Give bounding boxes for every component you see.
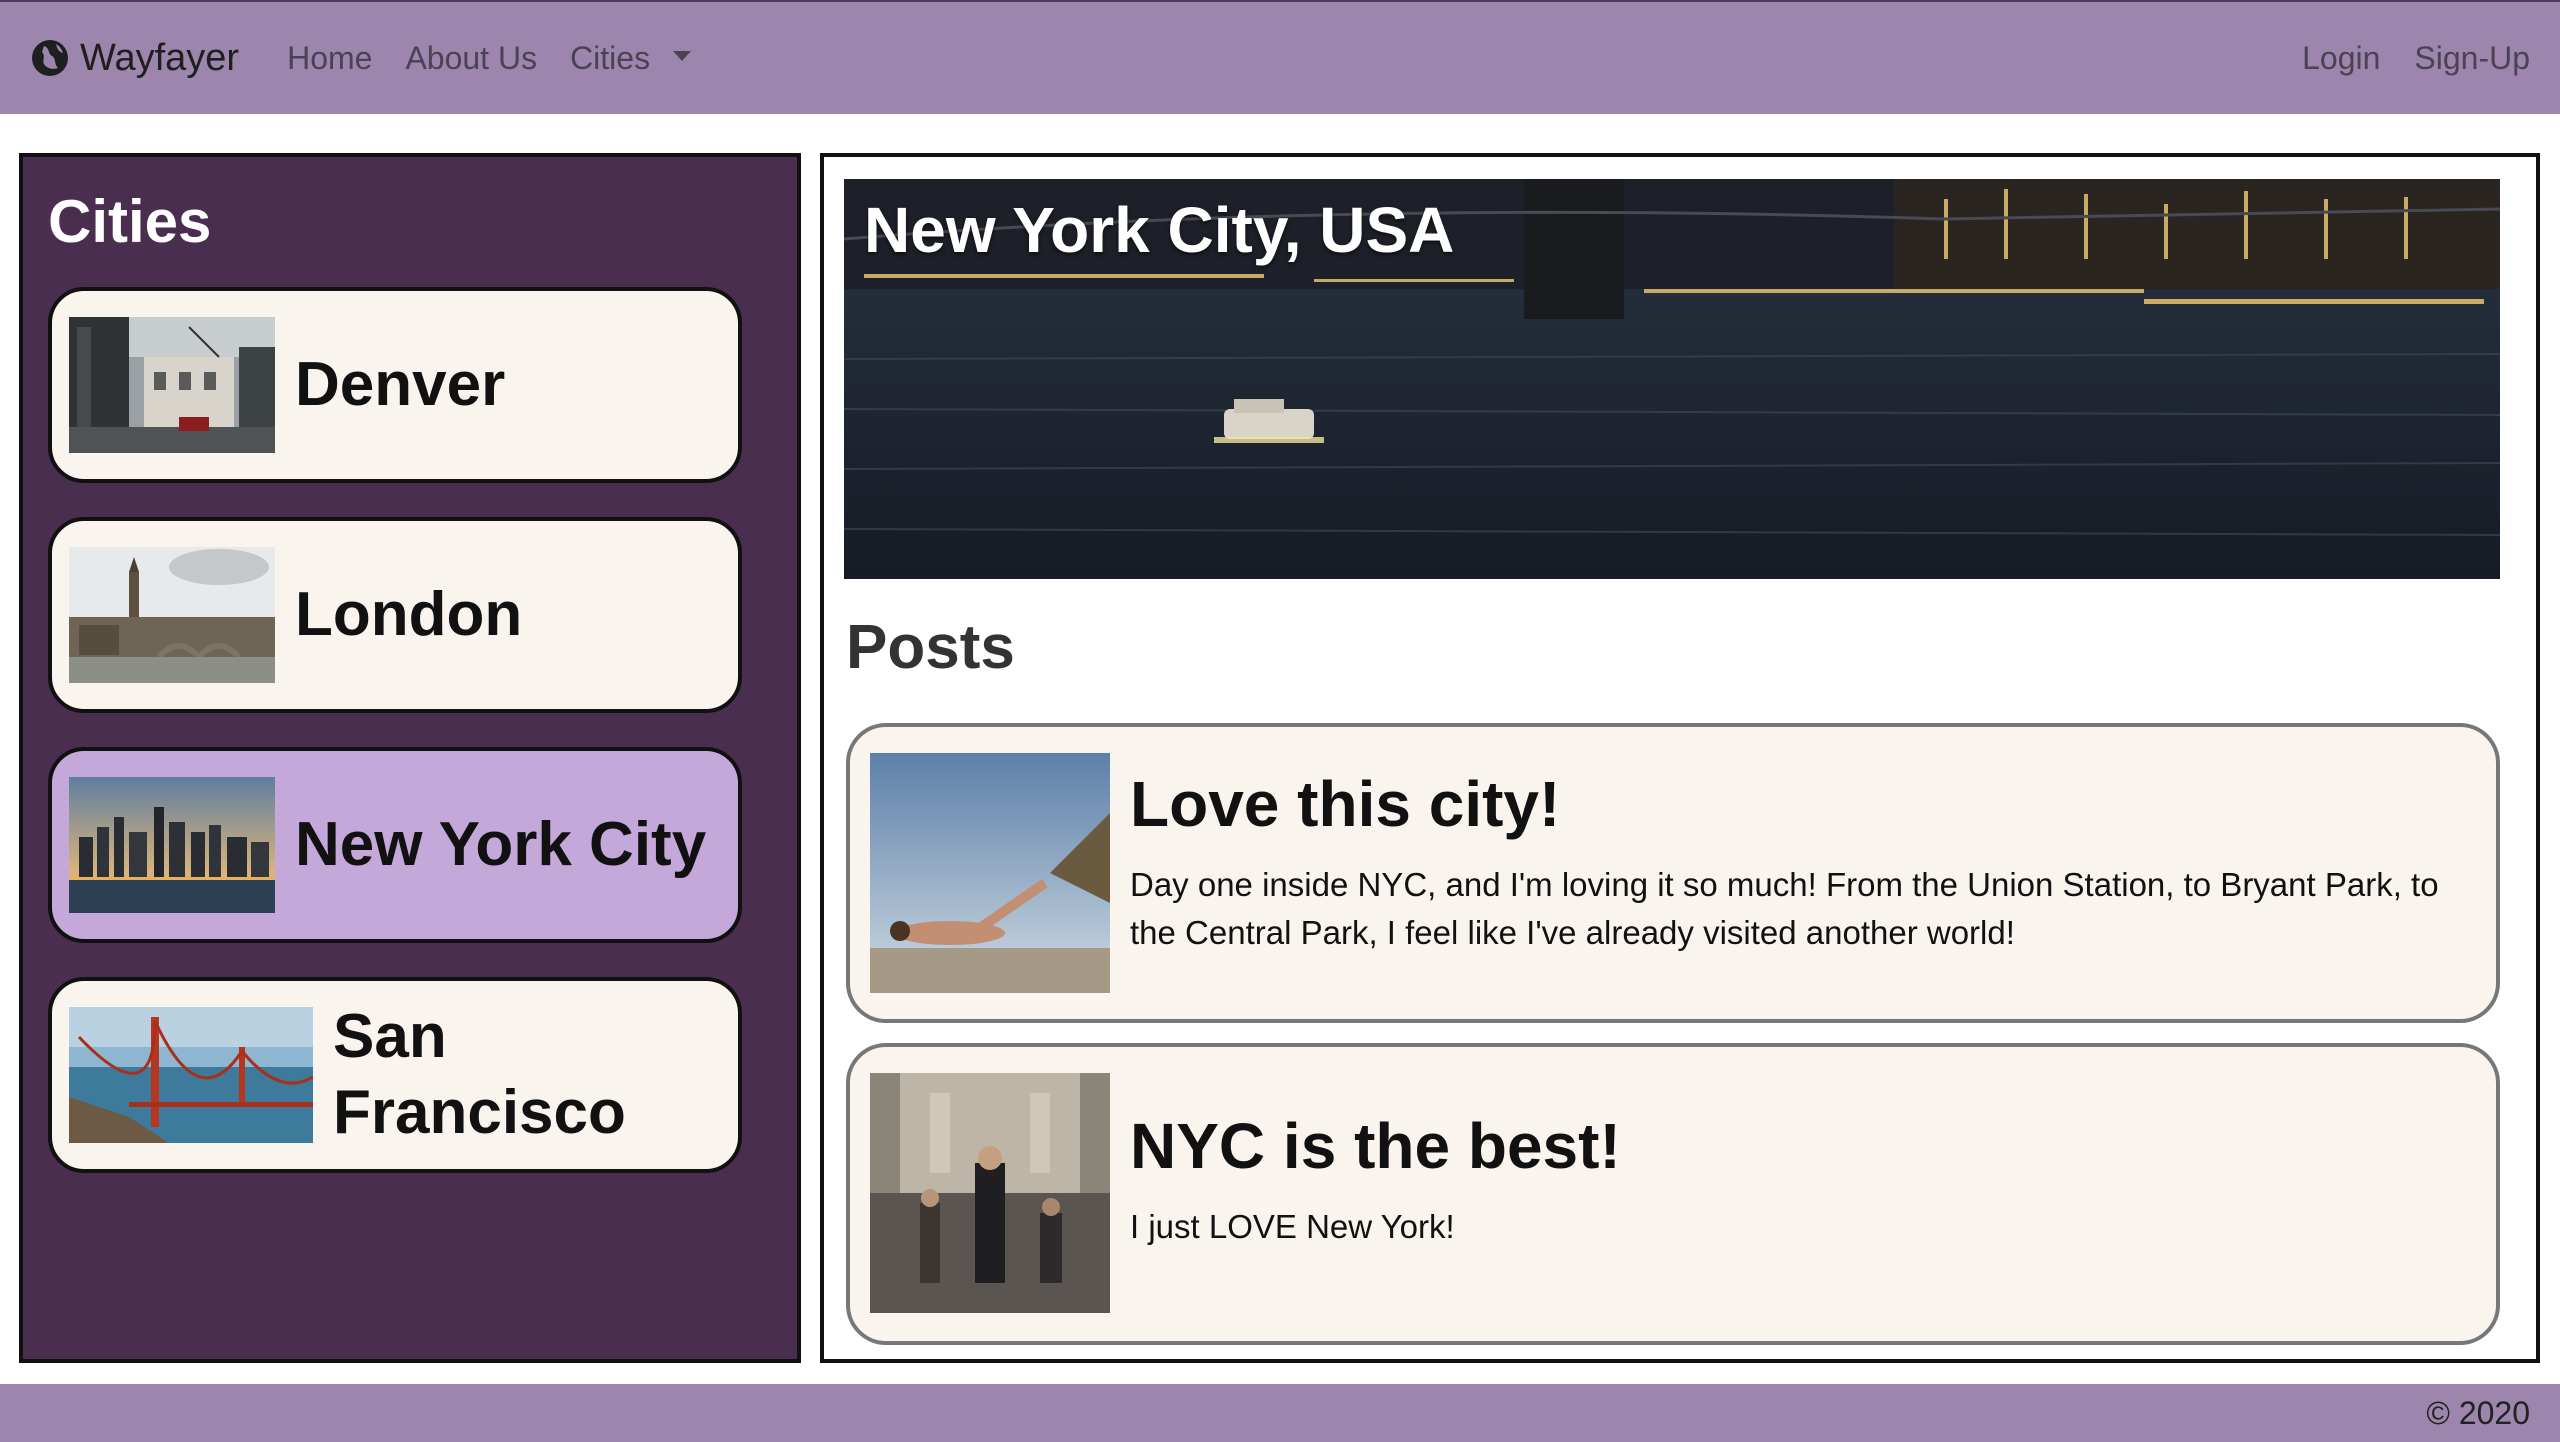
globe-icon <box>32 40 68 76</box>
nav-login[interactable]: Login <box>2302 40 2380 77</box>
post-card-2[interactable]: NYC is the best! I just LOVE New York! <box>846 1043 2500 1345</box>
nav-signup[interactable]: Sign-Up <box>2414 40 2530 77</box>
nav-cities-dropdown[interactable]: Cities <box>570 40 691 77</box>
city-detail-panel: New York City, USA Posts Love this city! <box>820 153 2540 1363</box>
new-york-city-thumbnail <box>69 777 275 913</box>
city-card-denver[interactable]: Denver <box>48 287 742 483</box>
nav-about-us[interactable]: About Us <box>405 40 537 77</box>
city-name-new-york-city: New York City <box>295 810 707 879</box>
city-name-london: London <box>295 580 523 649</box>
post-2-title: NYC is the best! <box>1130 1110 1621 1182</box>
posts-heading: Posts <box>846 613 1015 682</box>
brand-link[interactable]: Wayfayer <box>30 37 239 80</box>
page-footer: © 2020 <box>0 1384 2560 1442</box>
city-title: New York City, USA <box>864 194 1455 266</box>
cities-sidebar: Cities Denver London New York City San F… <box>19 153 801 1363</box>
nav-cities-label: Cities <box>570 39 651 76</box>
sidebar-title: Cities <box>48 188 212 255</box>
city-hero-image: New York City, USA <box>844 179 2500 579</box>
post-card-1[interactable]: Love this city! Day one inside NYC, and … <box>846 723 2500 1023</box>
city-card-london[interactable]: London <box>48 517 742 713</box>
city-name-denver: Denver <box>295 350 506 419</box>
city-card-san-francisco[interactable]: San Francisco <box>48 977 742 1173</box>
nav-home[interactable]: Home <box>287 40 372 77</box>
post-2-thumbnail <box>870 1073 1110 1313</box>
london-thumbnail <box>69 547 275 683</box>
city-card-new-york-city[interactable]: New York City <box>48 747 742 943</box>
post-1-thumbnail <box>870 753 1110 993</box>
post-2-body: I just LOVE New York! <box>1130 1208 1455 1245</box>
caret-down-icon <box>672 51 691 62</box>
san-francisco-thumbnail <box>69 1007 313 1143</box>
brand-name: Wayfayer <box>80 36 240 79</box>
copyright-text: © 2020 <box>2426 1394 2530 1431</box>
denver-thumbnail <box>69 317 275 453</box>
post-1-title: Love this city! <box>1130 768 1561 840</box>
post-1-body: Day one inside NYC, and I'm loving it so… <box>1130 866 2439 951</box>
city-name-san-francisco: San Francisco <box>333 1002 626 1147</box>
top-navbar: Wayfayer Home About Us Cities Login Sign… <box>0 0 2560 114</box>
